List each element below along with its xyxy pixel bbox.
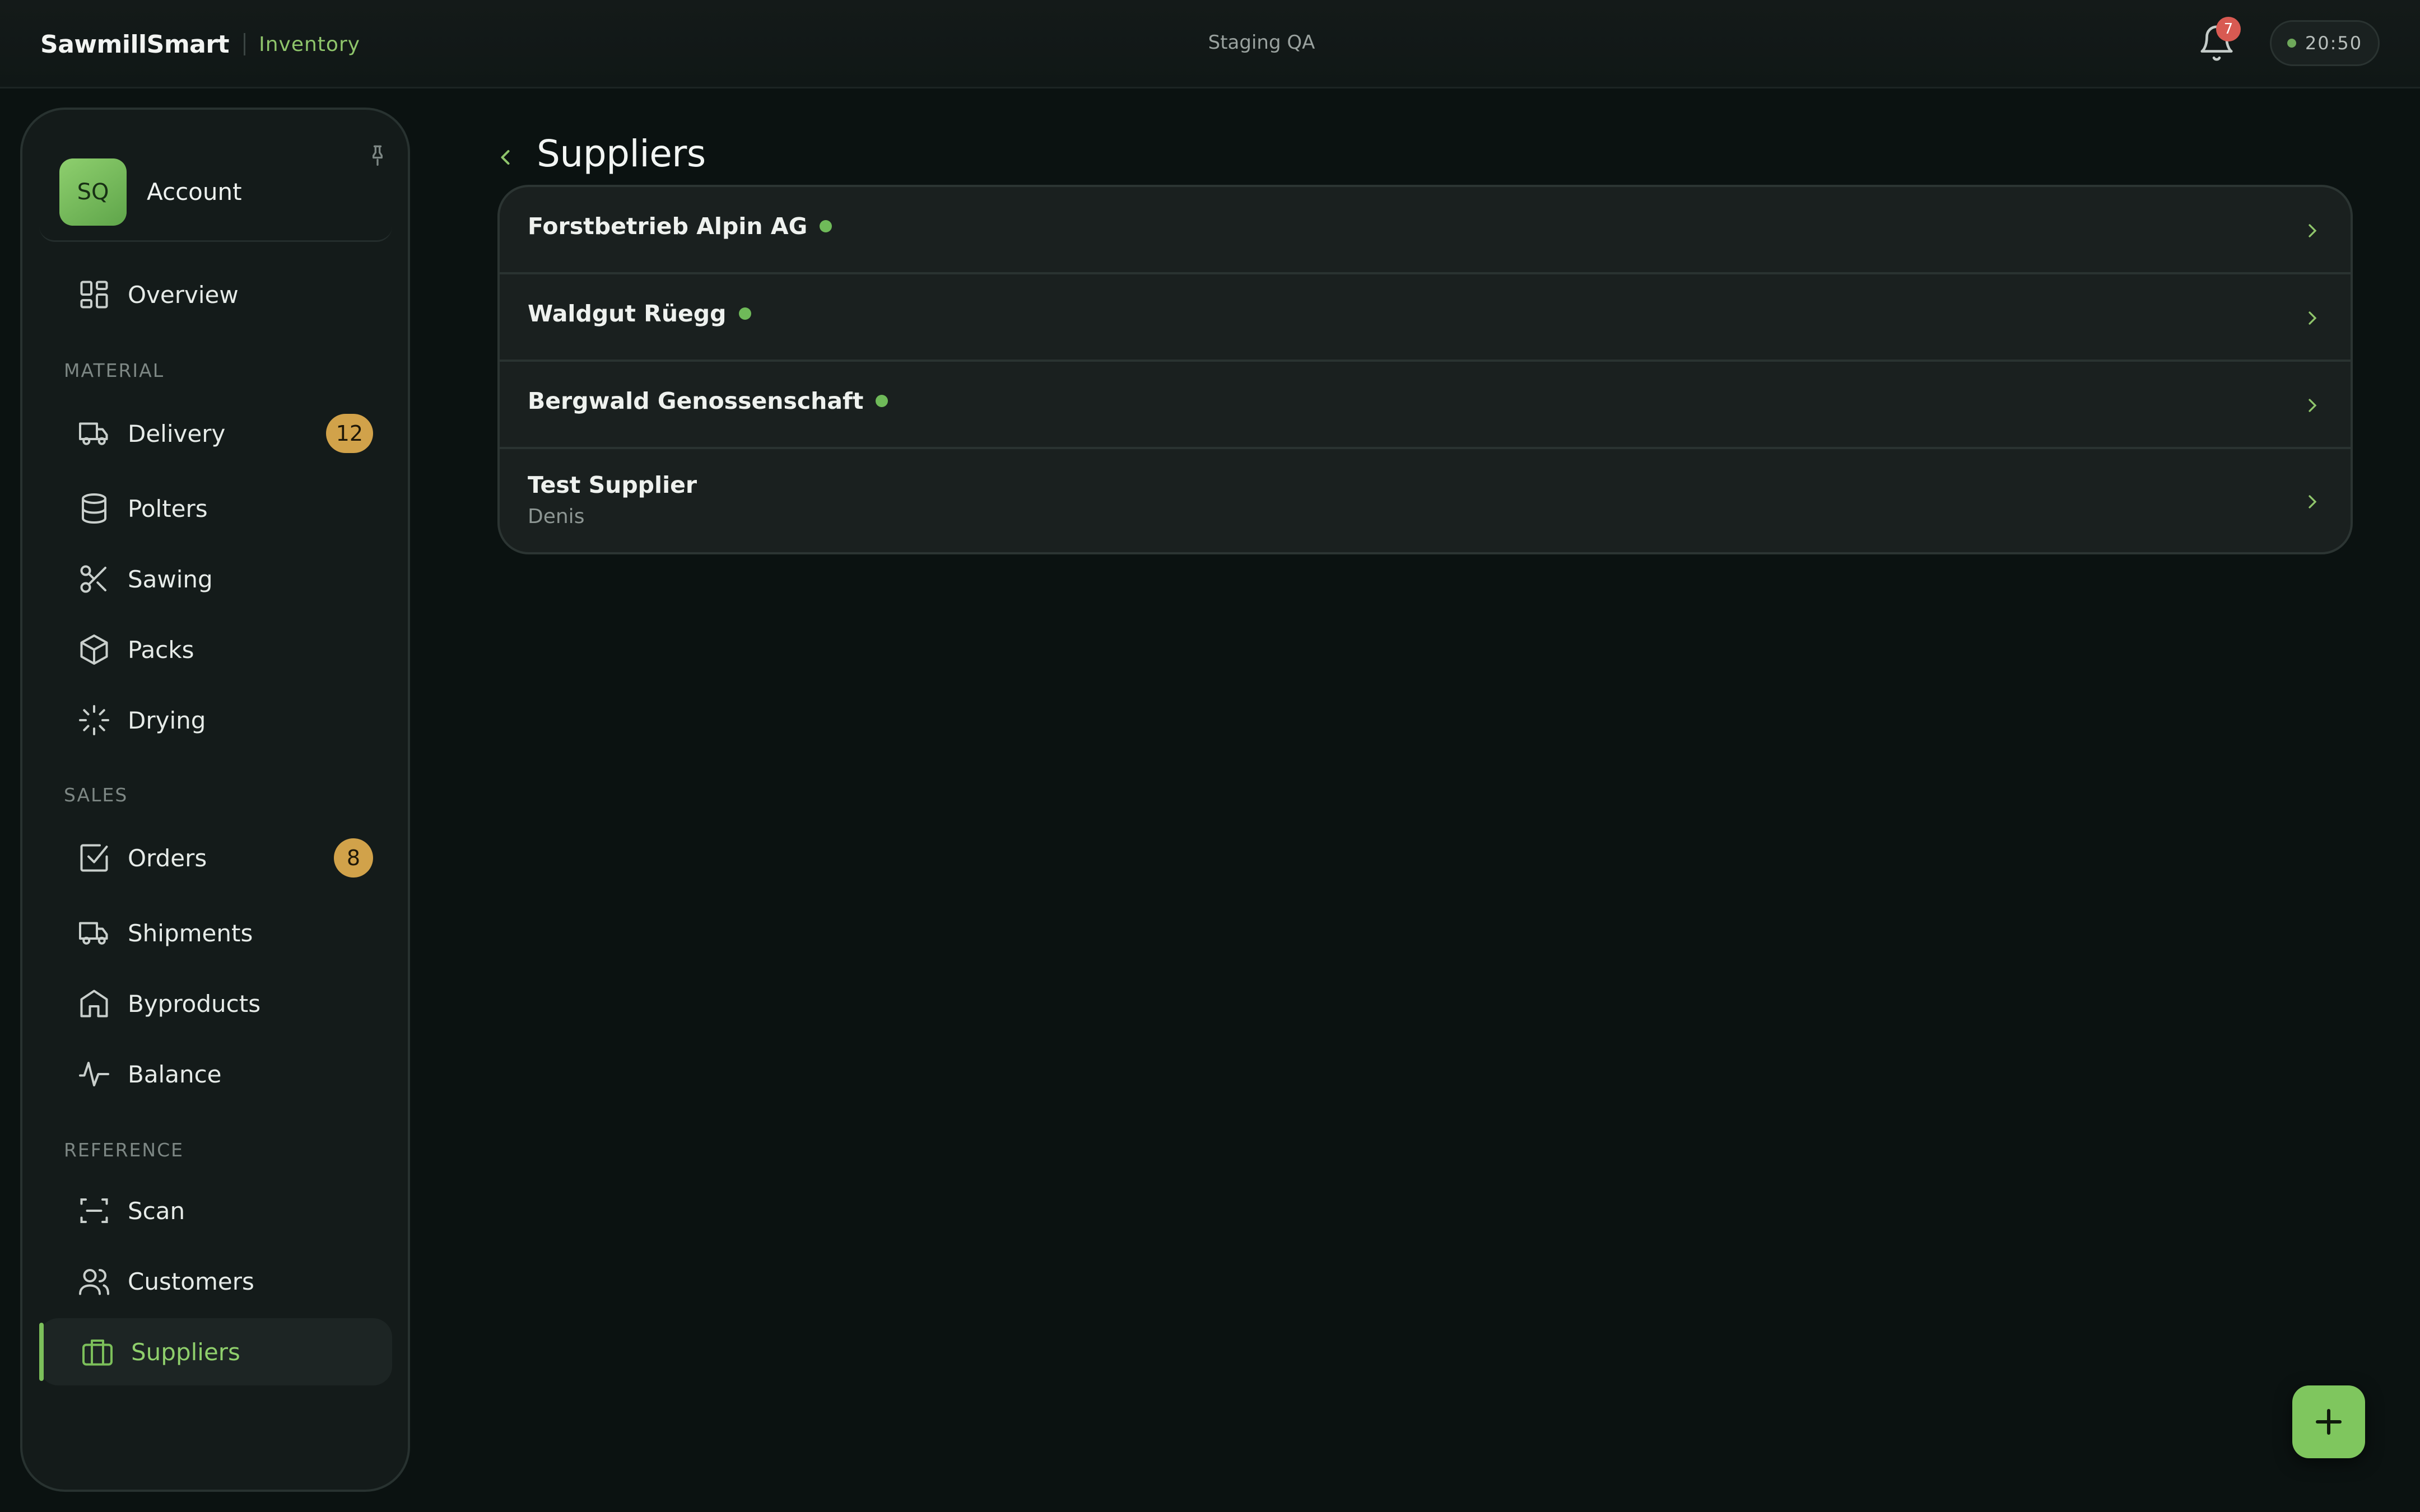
sidebar-item-byproducts[interactable]: Byproducts	[39, 970, 392, 1037]
sidebar-item-orders[interactable]: Orders 8	[39, 824, 392, 892]
sidebar-item-polters[interactable]: Polters	[39, 475, 392, 542]
notification-badge: 7	[2216, 17, 2241, 41]
back-chevron-icon[interactable]	[493, 142, 518, 172]
chevron-right-icon	[2301, 394, 2324, 417]
supplier-name: Bergwald Genossenschaft	[528, 388, 864, 414]
sidebar-item-shipments[interactable]: Shipments	[39, 899, 392, 967]
scissors-icon	[77, 562, 111, 596]
warehouse-icon	[77, 987, 111, 1020]
suppliers-list: Forstbetrieb Alpin AG Waldgut Rüegg Berg…	[497, 185, 2353, 554]
plus-icon	[2312, 1405, 2345, 1439]
truck-icon	[77, 916, 111, 950]
sidebar-item-label: Suppliers	[131, 1338, 240, 1366]
status-dot	[876, 395, 888, 407]
box-icon	[77, 633, 111, 666]
sidebar-item-sawing[interactable]: Sawing	[39, 545, 392, 613]
list-item[interactable]: Test Supplier Denis	[500, 449, 2351, 552]
count-badge: 12	[325, 414, 373, 453]
online-status-dot	[2287, 39, 2296, 48]
supplier-contact: Denis	[528, 505, 585, 528]
chevron-right-icon	[2301, 307, 2324, 329]
sidebar-item-label: Overview	[128, 281, 239, 309]
users-icon	[77, 1264, 111, 1298]
sidebar-item-suppliers[interactable]: Suppliers	[39, 1318, 392, 1385]
sidebar-item-label: Polters	[128, 494, 208, 522]
sidebar-item-label: Drying	[128, 706, 206, 734]
supplier-name-row: Bergwald Genossenschaft	[528, 388, 888, 414]
supplier-name: Waldgut Rüegg	[528, 300, 727, 327]
truck-icon	[77, 417, 111, 450]
sidebar-item-label: Balance	[128, 1060, 222, 1088]
supplier-name: Forstbetrieb Alpin AG	[528, 213, 808, 240]
supplier-name-row: Forstbetrieb Alpin AG	[528, 213, 832, 240]
account-label: Account	[147, 178, 242, 206]
sidebar-item-label: Shipments	[128, 919, 253, 947]
supplier-name: Test Supplier	[528, 472, 697, 498]
top-bar: SawmillSmart Inventory Staging QA 7 20:5…	[0, 0, 2420, 88]
account-button[interactable]: SQ Account	[39, 143, 392, 242]
chevron-right-icon	[2301, 220, 2324, 242]
environment-label: Staging QA	[1208, 31, 1315, 54]
add-supplier-button[interactable]	[2292, 1385, 2365, 1458]
status-dot	[820, 220, 832, 232]
sidebar-item-label: Sawing	[128, 565, 213, 593]
count-badge: 8	[334, 838, 373, 878]
sidebar-item-customers[interactable]: Customers	[39, 1248, 392, 1315]
clock-status: 20:50	[2270, 20, 2380, 66]
sidebar-item-balance[interactable]: Balance	[39, 1040, 392, 1108]
activity-icon	[77, 1057, 111, 1091]
supplier-name-row: Test Supplier	[528, 472, 697, 498]
sidebar-item-delivery[interactable]: Delivery 12	[39, 400, 392, 467]
status-dot	[738, 307, 751, 320]
sidebar-item-label: Delivery	[128, 419, 226, 447]
section-label-material: MATERIAL	[64, 360, 165, 381]
database-icon	[77, 492, 111, 525]
sidebar-item-drying[interactable]: Drying	[39, 687, 392, 754]
sidebar-item-label: Packs	[128, 636, 194, 664]
sidebar-item-label: Customers	[128, 1267, 254, 1295]
loader-icon	[77, 703, 111, 737]
section-label-reference: REFERENCE	[64, 1139, 184, 1161]
sidebar-item-label: Scan	[128, 1197, 185, 1225]
sidebar-item-overview[interactable]: Overview	[39, 261, 392, 328]
list-item[interactable]: Waldgut Rüegg	[500, 274, 2351, 362]
scan-icon	[77, 1194, 111, 1228]
sidebar-item-packs[interactable]: Packs	[39, 616, 392, 683]
sidebar: SQ Account Overview MATERIAL Delivery 12	[20, 108, 410, 1492]
supplier-name-row: Waldgut Rüegg	[528, 300, 751, 327]
clock-time: 20:50	[2305, 32, 2363, 54]
sidebar-item-label: Orders	[128, 844, 207, 872]
list-item[interactable]: Bergwald Genossenschaft	[500, 362, 2351, 449]
checkbox-icon	[77, 841, 111, 875]
list-item[interactable]: Forstbetrieb Alpin AG	[500, 187, 2351, 274]
sidebar-item-label: Byproducts	[128, 990, 261, 1018]
avatar: SQ	[59, 158, 127, 226]
briefcase-icon	[81, 1335, 114, 1369]
sidebar-item-scan[interactable]: Scan	[39, 1177, 392, 1244]
section-label-sales: SALES	[64, 784, 128, 806]
dashboard-icon	[77, 278, 111, 311]
chevron-right-icon	[2301, 491, 2324, 513]
page-title: Suppliers	[537, 132, 706, 175]
